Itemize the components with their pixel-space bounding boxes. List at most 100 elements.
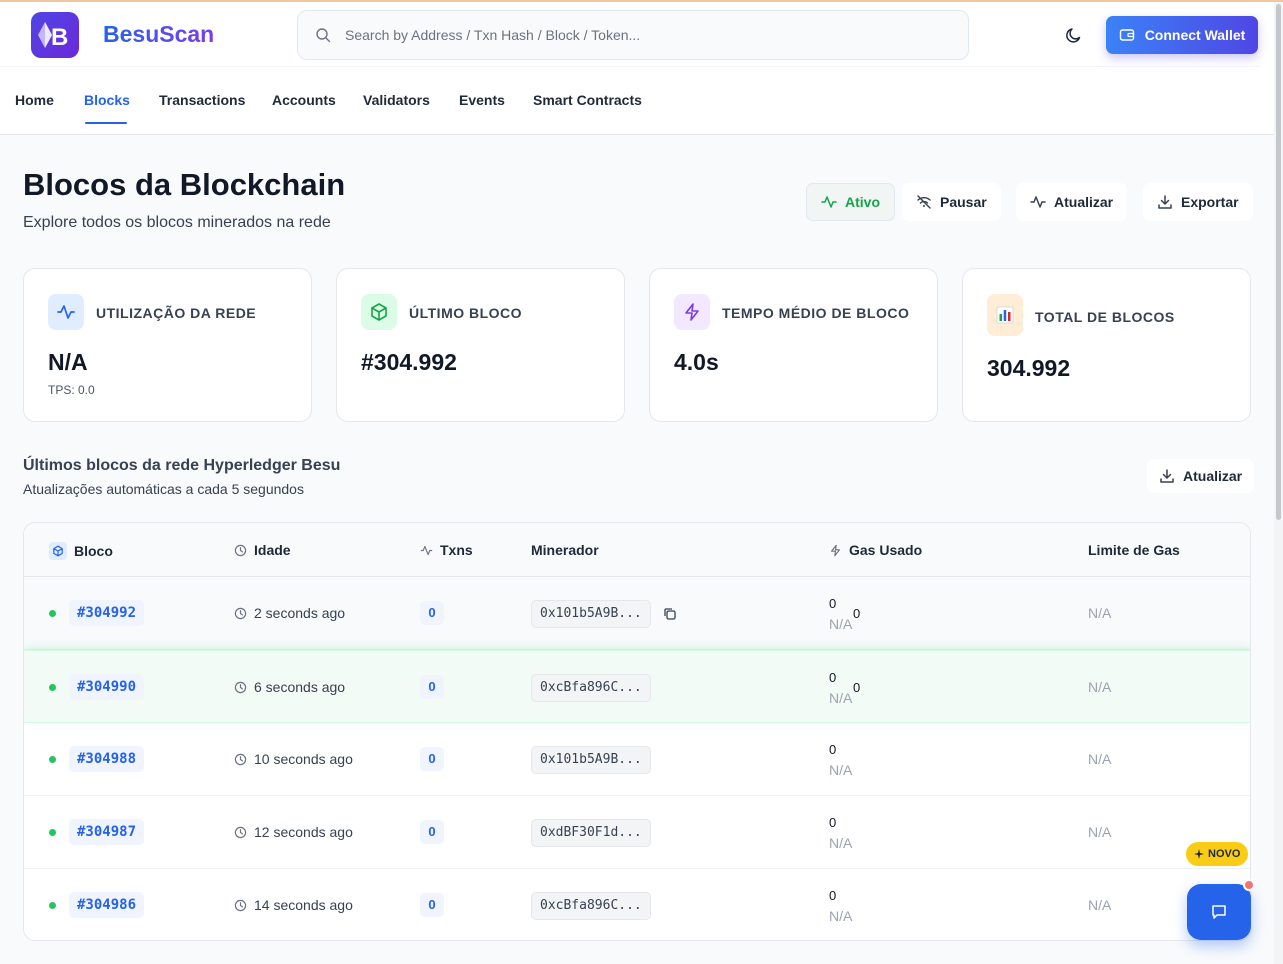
block-age-text: 2 seconds ago <box>254 605 346 621</box>
atualizar-button[interactable]: Atualizar <box>1016 183 1128 221</box>
nav-accounts[interactable]: Accounts <box>272 92 336 108</box>
block-number-link[interactable]: #304987 <box>69 819 145 845</box>
block-age: 12 seconds ago <box>234 824 353 840</box>
page-subtitle: Explore todos os blocos minerados na red… <box>23 214 331 231</box>
table-row[interactable]: #304990 6 seconds ago 0 0xcBfa896C... 0 … <box>24 650 1250 723</box>
moon-icon[interactable] <box>1064 25 1084 45</box>
gas-used: 0 <box>829 596 837 611</box>
gas-limit: N/A <box>1088 824 1112 840</box>
stat-card-total-blocos: TOTAL DE BLOCOS 304.992 <box>962 268 1251 422</box>
scrollbar-thumb[interactable] <box>1276 4 1281 520</box>
page-title: Blocos da Blockchain <box>23 167 346 202</box>
search-bar[interactable] <box>297 10 969 60</box>
status-dot <box>49 902 56 909</box>
block-age-text: 6 seconds ago <box>254 679 346 695</box>
nav-blocks[interactable]: Blocks <box>84 92 130 108</box>
cube-icon <box>361 294 397 330</box>
stat-card-ultimo-bloco: ÚLTIMO BLOCO #304.992 <box>336 268 625 422</box>
search-input[interactable] <box>345 27 905 43</box>
header: B BesuScan Connect Wallet Home Blocks Tr… <box>0 2 1283 135</box>
connect-wallet-label: Connect Wallet <box>1144 27 1246 43</box>
table-row[interactable]: #304986 14 seconds ago 0 0xcBfa896C... 0… <box>24 869 1250 940</box>
table-row[interactable]: #304992 2 seconds ago 0 0x101b5A9B... 0 … <box>24 577 1250 650</box>
header-gas-limit[interactable]: Limite de Gas <box>1088 542 1180 558</box>
header-block[interactable]: Bloco <box>49 542 113 560</box>
stat-card-tempo-medio: TEMPO MÉDIO DE BLOCO 4.0s <box>649 268 938 422</box>
chat-button[interactable] <box>1187 884 1251 940</box>
header-gas[interactable]: Gas Usado <box>829 542 922 558</box>
miner-address[interactable]: 0xcBfa896C... <box>531 892 651 920</box>
txn-count[interactable]: 0 <box>420 893 444 917</box>
nav-home[interactable]: Home <box>15 92 54 108</box>
block-number-link[interactable]: #304992 <box>69 600 145 626</box>
block-age: 10 seconds ago <box>234 751 353 767</box>
miner-address[interactable]: 0xdBF30F1d... <box>531 819 651 847</box>
logo[interactable]: B <box>31 12 79 58</box>
header-txns[interactable]: Txns <box>420 542 473 558</box>
stat-value: 304.992 <box>987 355 1071 381</box>
copy-icon[interactable] <box>663 607 677 621</box>
lightning-icon <box>831 544 840 556</box>
brand-name[interactable]: BesuScan <box>103 21 214 48</box>
table-row[interactable]: #304988 10 seconds ago 0 0x101b5A9B... 0… <box>24 723 1250 796</box>
connect-wallet-button[interactable]: Connect Wallet <box>1106 16 1258 54</box>
clock-icon <box>234 826 247 838</box>
miner-address[interactable]: 0xcBfa896C... <box>531 674 651 702</box>
txn-count[interactable]: 0 <box>420 820 444 844</box>
txn-count[interactable]: 0 <box>420 601 444 625</box>
block-age: 6 seconds ago <box>234 679 345 695</box>
blocks-table: Bloco Idade Txns Minerador Gas Usado Lim… <box>23 522 1251 941</box>
atualizar-label: Atualizar <box>1054 194 1114 210</box>
nav-validators[interactable]: Validators <box>363 92 430 108</box>
miner-address[interactable]: 0x101b5A9B... <box>531 746 651 774</box>
header-block-label: Bloco <box>74 543 113 559</box>
gas-percent: N/A <box>829 616 853 632</box>
txn-count[interactable]: 0 <box>420 747 444 771</box>
table-row[interactable]: #304987 12 seconds ago 0 0xdBF30F1d... 0… <box>24 796 1250 869</box>
stat-value: #304.992 <box>361 349 457 375</box>
nav-active-underline <box>85 122 127 124</box>
gas-limit: N/A <box>1088 605 1112 621</box>
novo-label: NOVO <box>1208 848 1241 860</box>
section-title: Últimos blocos da rede Hyperledger Besu <box>23 457 341 474</box>
nav-smart-contracts[interactable]: Smart Contracts <box>533 92 642 108</box>
block-number-link[interactable]: #304990 <box>69 674 145 700</box>
header-age[interactable]: Idade <box>234 542 291 558</box>
status-dot <box>49 684 56 691</box>
block-age-text: 10 seconds ago <box>254 751 353 767</box>
section-refresh-button[interactable]: Atualizar <box>1147 459 1255 493</box>
activity-icon <box>821 196 837 208</box>
stat-label: UTILIZAÇÃO DA REDE <box>96 305 257 321</box>
header-divider <box>0 66 1260 67</box>
txn-count[interactable]: 0 <box>420 675 444 699</box>
block-age-text: 14 seconds ago <box>254 897 353 913</box>
block-number-link[interactable]: #304988 <box>69 746 145 772</box>
section-subtitle: Atualizações automáticas a cada 5 segund… <box>23 481 304 497</box>
gas-used: 0 <box>829 888 837 903</box>
nav-events[interactable]: Events <box>459 92 505 108</box>
gas-used: 0 <box>829 742 837 757</box>
download-icon <box>1158 195 1172 209</box>
bar-chart-icon <box>987 294 1023 336</box>
clock-icon <box>234 681 247 693</box>
gas-used: 0 <box>829 815 837 830</box>
notification-dot <box>1243 879 1255 891</box>
block-number-link[interactable]: #304986 <box>69 892 145 918</box>
exportar-button[interactable]: Exportar <box>1143 183 1253 221</box>
gas-percent: N/A <box>829 908 853 924</box>
gas-percent: N/A <box>829 762 853 778</box>
header-miner[interactable]: Minerador <box>531 542 599 558</box>
section-refresh-label: Atualizar <box>1183 468 1243 484</box>
block-age-text: 12 seconds ago <box>254 824 353 840</box>
status-dot <box>49 829 56 836</box>
miner-address[interactable]: 0x101b5A9B... <box>531 600 651 628</box>
search-icon <box>316 28 331 43</box>
ativo-button[interactable]: Ativo <box>806 183 895 221</box>
pausar-button[interactable]: Pausar <box>902 183 1001 221</box>
gas-limit: N/A <box>1088 751 1112 767</box>
gas-used: 0 <box>829 670 837 685</box>
nav-transactions[interactable]: Transactions <box>159 92 245 108</box>
clock-icon <box>234 753 247 765</box>
gas-used-extra: 0 <box>853 680 861 695</box>
stat-label: TOTAL DE BLOCOS <box>1035 309 1175 325</box>
